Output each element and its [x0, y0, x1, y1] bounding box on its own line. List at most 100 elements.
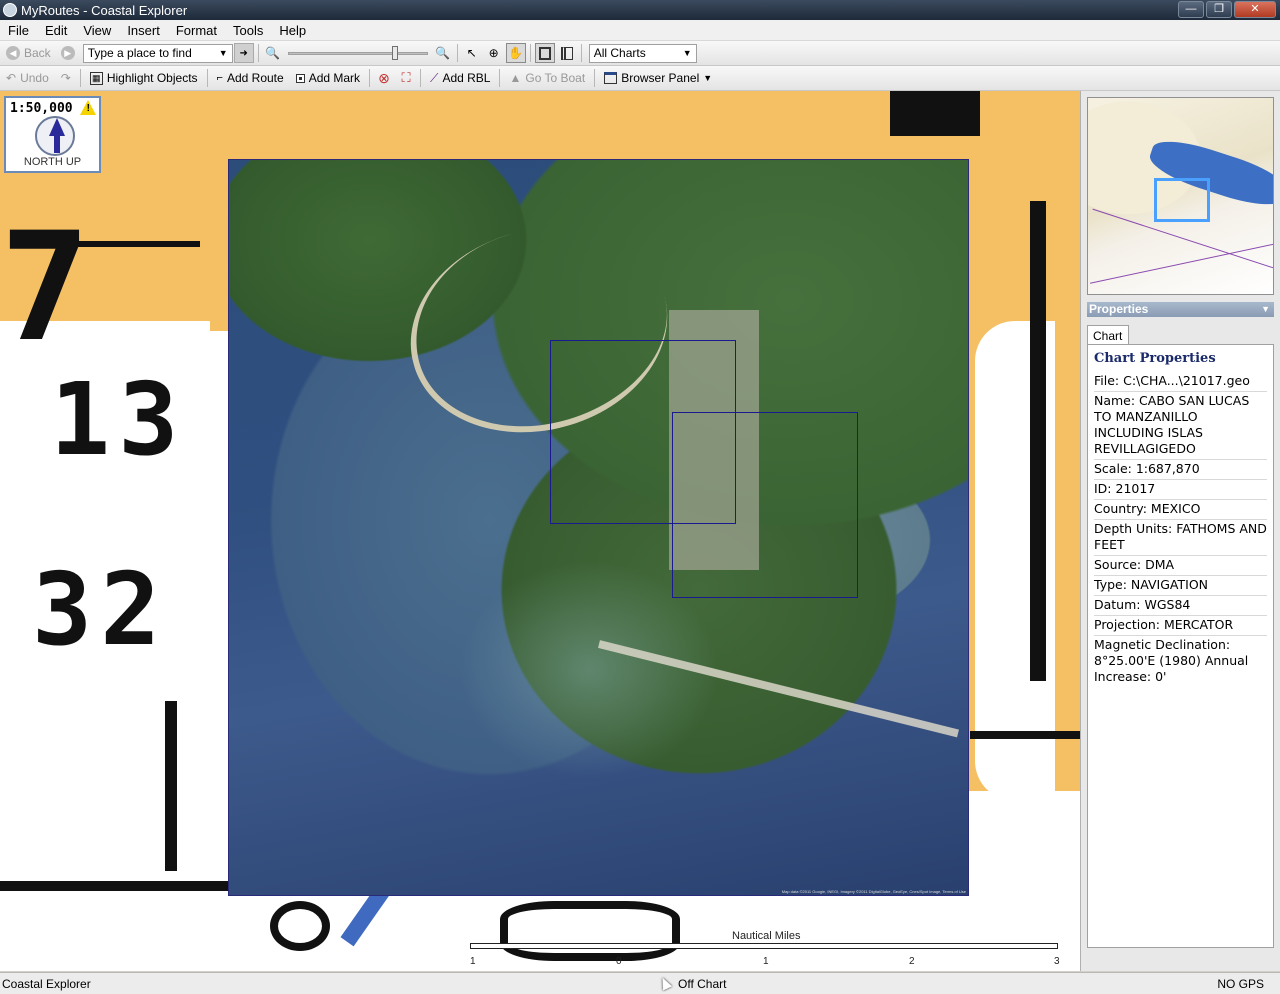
toolbar-separator — [420, 69, 422, 87]
chevron-down-icon: ▼ — [682, 48, 692, 58]
chart-symbol — [270, 901, 330, 951]
scale-orientation-box[interactable]: 1:50,000 ! NORTH UP — [4, 96, 101, 173]
nautical-miles-scale-bar: Nautical Miles 1 0 1 2 3 — [470, 930, 1060, 970]
single-pane-icon[interactable] — [534, 43, 555, 63]
chart-map-view[interactable]: 7 13 32 Map data ©2011 Google, INEGI, Im… — [0, 91, 1080, 971]
go-search-icon[interactable]: ➜ — [233, 43, 254, 63]
maximize-button[interactable]: ❐ — [1206, 1, 1232, 18]
zoom-slider[interactable] — [287, 44, 428, 63]
property-name: Name: CABO SAN LUCAS TO MANZANILLO INCLU… — [1094, 392, 1267, 460]
minimize-button[interactable]: — — [1178, 1, 1204, 18]
property-depth-units: Depth Units: FATHOMS AND FEET — [1094, 520, 1267, 556]
undo-button[interactable]: ↶ Undo — [0, 67, 55, 89]
chart-scale-text: 1:50,000 — [10, 101, 73, 116]
toolbar-separator — [79, 69, 81, 87]
orientation-label: NORTH UP — [23, 156, 82, 168]
depth-label: 13 — [50, 361, 187, 478]
overview-map[interactable] — [1087, 97, 1274, 295]
toolbar-separator — [257, 44, 259, 62]
properties-content: Chart Properties File: C:\CHA...\21017.g… — [1087, 344, 1274, 948]
tab-chart[interactable]: Chart — [1087, 325, 1129, 345]
zoom-box-icon[interactable]: ⊕ — [484, 43, 504, 63]
zoom-slider-thumb[interactable] — [392, 45, 399, 60]
browser-panel-button[interactable]: Browser Panel ▼ — [598, 67, 718, 89]
chart-symbol — [1030, 201, 1046, 681]
mark-icon — [295, 73, 305, 83]
property-source: Source: DMA — [1094, 556, 1267, 576]
properties-header-label: Properties — [1089, 302, 1149, 316]
browser-panel-icon — [604, 72, 618, 84]
property-projection: Projection: MERCATOR — [1094, 616, 1267, 636]
menu-file[interactable]: File — [0, 20, 37, 41]
browser-panel-label: Browser Panel — [621, 71, 700, 85]
status-chart-info: Off Chart — [678, 977, 727, 991]
boat-icon: ▲ — [509, 71, 522, 85]
menu-edit[interactable]: Edit — [37, 20, 75, 41]
chart-filter-select[interactable]: All Charts ▼ — [588, 43, 697, 63]
go-to-boat-label: Go To Boat — [525, 71, 586, 85]
back-button[interactable]: ◀ Back — [0, 42, 57, 64]
chevron-down-icon[interactable]: ▼ — [1261, 302, 1270, 317]
search-placeholder: Type a place to find — [87, 46, 192, 60]
properties-title: Chart Properties — [1094, 351, 1216, 366]
overview-line — [1089, 243, 1273, 284]
status-app-name: Coastal Explorer — [2, 977, 91, 991]
toolbar-separator — [529, 44, 531, 62]
zoom-in-icon[interactable]: 🔍 — [433, 43, 453, 63]
place-search-input[interactable]: Type a place to find ▼ — [82, 43, 233, 63]
add-rbl-button[interactable]: ⟋ Add RBL — [424, 67, 496, 89]
chart-boundary-rect[interactable] — [672, 412, 858, 598]
highlight-objects-button[interactable]: ▦ Highlight Objects — [84, 67, 204, 89]
properties-header[interactable]: Properties ▼ — [1087, 302, 1274, 317]
rbl-icon: ⟋ — [430, 70, 439, 85]
menu-bar: File Edit View Insert Format Tools Help — [0, 20, 1280, 41]
toolbar-separator — [456, 44, 458, 62]
property-datum: Datum: WGS84 — [1094, 596, 1267, 616]
scale-tick: 3 — [1054, 956, 1060, 967]
menu-view[interactable]: View — [75, 20, 119, 41]
menu-format[interactable]: Format — [168, 20, 225, 41]
north-arrow-shaft — [54, 135, 60, 153]
highlight-icon: ▦ — [89, 71, 103, 85]
add-mark-button[interactable]: Add Mark — [290, 67, 366, 89]
chevron-down-icon[interactable]: ▼ — [219, 48, 228, 58]
property-scale: Scale: 1:687,870 — [1094, 460, 1267, 480]
add-route-button[interactable]: ⌐ Add Route — [211, 67, 290, 89]
north-arrow-icon — [49, 118, 65, 136]
chevron-down-icon: ▼ — [703, 73, 713, 83]
app-icon — [3, 3, 17, 17]
property-id: ID: 21017 — [1094, 480, 1267, 500]
back-arrow-icon: ◀ — [6, 46, 20, 60]
property-type: Type: NAVIGATION — [1094, 576, 1267, 596]
scale-tick: 1 — [763, 956, 769, 967]
property-country: Country: MEXICO — [1094, 500, 1267, 520]
window-controls: — ❐ ✕ — [1178, 1, 1276, 18]
close-button[interactable]: ✕ — [1234, 1, 1276, 18]
route-tool-icon[interactable]: ⛶ — [396, 68, 416, 88]
select-pointer-icon[interactable]: ↖ — [462, 43, 482, 63]
depth-label: 32 — [32, 551, 169, 668]
pan-hand-icon[interactable]: ✋ — [505, 43, 526, 63]
toolbar-separator — [594, 69, 596, 87]
redo-icon: ↷ — [60, 71, 71, 85]
forward-arrow-icon[interactable]: ▶ — [60, 46, 75, 60]
go-to-boat-button[interactable]: ▲ Go To Boat — [503, 67, 591, 89]
add-mark-label: Add Mark — [308, 71, 361, 85]
chart-symbol — [20, 241, 200, 247]
menu-insert[interactable]: Insert — [119, 20, 168, 41]
undo-label: Undo — [20, 71, 49, 85]
cancel-circle-icon[interactable]: ⊗ — [374, 68, 394, 88]
scale-tick: 1 — [470, 956, 476, 967]
scale-bar-title: Nautical Miles — [732, 930, 801, 942]
route-icon: ⌐ — [216, 72, 223, 84]
split-pane-icon[interactable] — [557, 43, 577, 63]
menu-tools[interactable]: Tools — [225, 20, 271, 41]
redo-button[interactable]: ↷ — [55, 67, 77, 89]
chart-filter-value: All Charts — [593, 46, 646, 60]
title-bar: MyRoutes - Coastal Explorer — ❐ ✕ — [0, 0, 1280, 20]
menu-help[interactable]: Help — [271, 20, 314, 41]
chart-symbol — [165, 701, 177, 871]
overview-view-frame[interactable] — [1154, 178, 1210, 222]
property-magnetic-declination: Magnetic Declination: 8°25.00'E (1980) A… — [1094, 637, 1249, 684]
zoom-out-icon[interactable]: 🔍 — [263, 43, 283, 63]
